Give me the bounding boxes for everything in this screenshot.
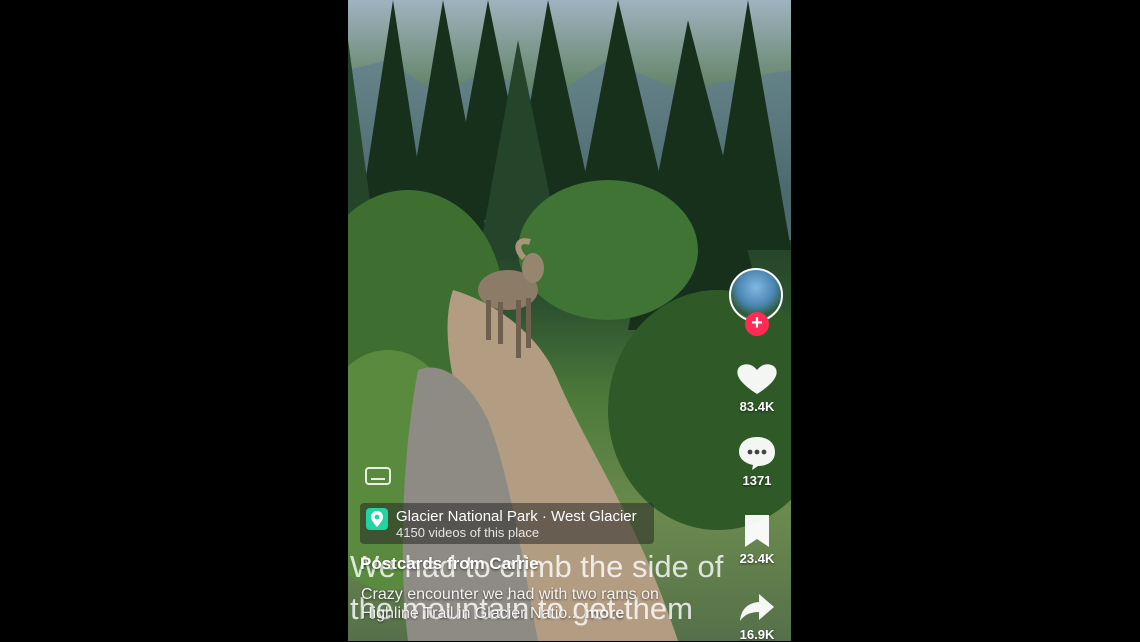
like-button[interactable]: 83.4K bbox=[726, 360, 788, 414]
comment-button[interactable]: 1371 bbox=[726, 434, 788, 488]
author-name[interactable]: Postcards from Carrie bbox=[360, 554, 539, 574]
like-count: 83.4K bbox=[739, 399, 775, 414]
location-chip[interactable]: Glacier National Park · West Glacier 415… bbox=[360, 503, 654, 544]
location-video-count: 4150 videos of this place bbox=[396, 525, 540, 540]
video-scene bbox=[348, 0, 791, 641]
comment-count: 1371 bbox=[742, 473, 772, 488]
comment-icon bbox=[739, 437, 775, 470]
creator-avatar-group[interactable]: + bbox=[728, 268, 786, 338]
follow-plus-button[interactable]: + bbox=[745, 312, 769, 336]
bookmark-icon bbox=[745, 515, 769, 547]
location-pin-icon bbox=[366, 508, 388, 530]
more-link[interactable]: more bbox=[585, 605, 624, 622]
post-description-container: Crazy encounter we had with two rams on … bbox=[361, 585, 681, 623]
heart-icon bbox=[737, 364, 777, 394]
location-name: Glacier National Park · West Glacier bbox=[396, 508, 637, 525]
captions-icon[interactable] bbox=[364, 466, 392, 488]
video-frame[interactable] bbox=[348, 0, 791, 641]
